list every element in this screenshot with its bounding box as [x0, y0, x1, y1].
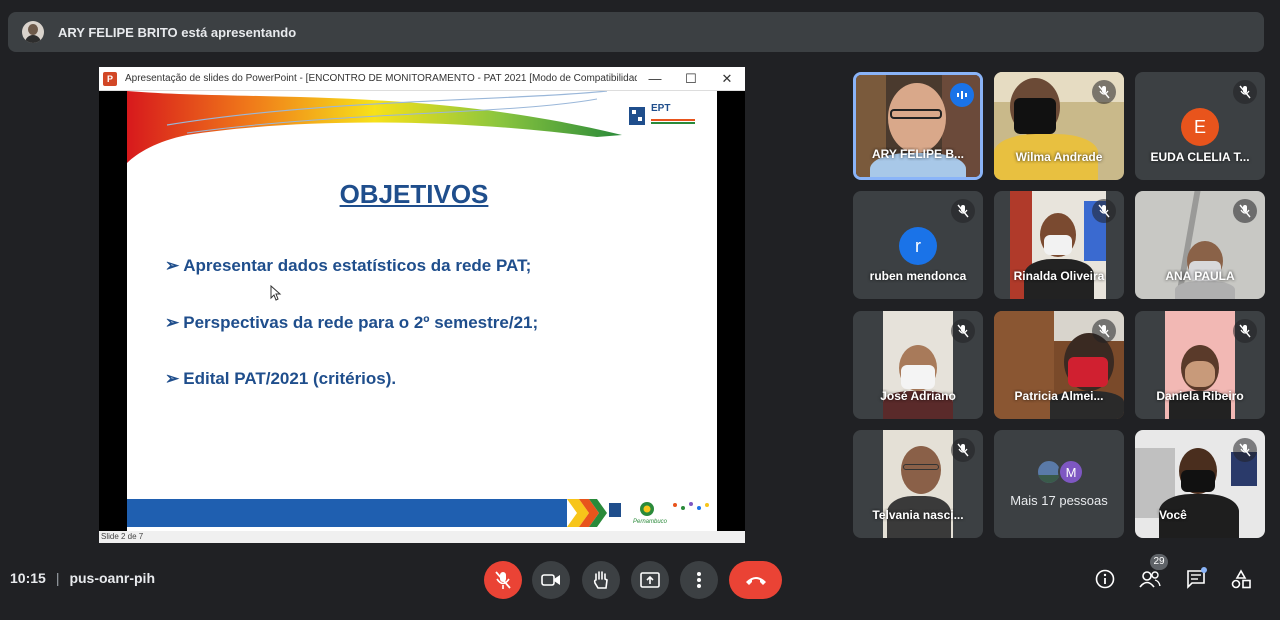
people-button[interactable] — [1138, 567, 1162, 591]
leave-call-button[interactable] — [729, 561, 782, 599]
meeting-time: 10:15 — [10, 570, 46, 586]
slide-bullet: ➢ Perspectivas da rede para o 2º semestre… — [165, 313, 539, 332]
participant-name: ARY FELIPE B... — [871, 147, 964, 161]
participant-name: ANA PAULA — [1165, 269, 1235, 283]
mic-off-icon — [1233, 319, 1257, 343]
people-icon — [1139, 571, 1161, 588]
participant-name: José Adriano — [880, 389, 956, 403]
presenting-text: ARY FELIPE BRITO está apresentando — [58, 24, 297, 40]
camera-toggle-button[interactable] — [532, 561, 570, 599]
mic-off-icon — [495, 571, 511, 589]
minimize-icon: — — [648, 71, 662, 86]
bullet-arrow-icon: ➢ — [165, 256, 180, 275]
ppt-statusbar: Slide 2 de 7 — [99, 531, 745, 543]
ept-logo-text: EPT — [651, 103, 671, 114]
info-icon — [1095, 569, 1115, 589]
more-participants-tile[interactable]: M Mais 17 pessoas — [994, 430, 1124, 538]
chat-notification-dot — [1201, 567, 1207, 573]
participant-name: Daniela Ribeiro — [1156, 389, 1244, 403]
mic-off-icon — [1233, 199, 1257, 223]
slide-area: EPT OBJETIVOS ➢ Apresentar dados estatíst… — [99, 91, 745, 531]
participant-count-badge: 29 — [1150, 554, 1168, 570]
participant-tile[interactable]: r ruben mendonca — [853, 191, 983, 299]
camera-icon — [541, 574, 560, 586]
mic-off-icon — [1092, 80, 1116, 104]
speaking-indicator-icon — [950, 83, 974, 107]
hang-up-icon — [745, 577, 766, 585]
mic-off-icon — [951, 319, 975, 343]
participant-name: EUDA CLELIA T... — [1150, 150, 1250, 164]
participant-name: Patricia Almei... — [1014, 389, 1104, 403]
bullet-arrow-icon: ➢ — [165, 313, 180, 332]
slide-counter: Slide 2 de 7 — [101, 532, 144, 541]
self-tile[interactable]: Você — [1135, 430, 1265, 538]
meet-window: ARY FELIPE BRITO está apresentando P Apr… — [0, 0, 1280, 620]
presenter-avatar — [22, 21, 44, 43]
participant-tile[interactable]: José Adriano — [853, 311, 983, 419]
participant-tile[interactable]: ARY FELIPE B... — [853, 72, 983, 180]
powerpoint-icon: P — [103, 71, 117, 86]
more-participants-label: Mais 17 pessoas — [1010, 493, 1108, 508]
present-screen-icon — [640, 572, 660, 588]
activities-icon — [1231, 569, 1251, 589]
participant-tile[interactable]: Telvania nasci... — [853, 430, 983, 538]
shared-screen: P Apresentação de slides do PowerPoint -… — [99, 67, 745, 543]
participant-name: Rinalda Oliveira — [1013, 269, 1105, 283]
participant-name: Telvania nasci... — [872, 508, 964, 522]
participant-tile[interactable]: Daniela Ribeiro — [1135, 311, 1265, 419]
ept-logo: EPT — [629, 103, 699, 129]
present-button[interactable] — [631, 561, 669, 599]
meeting-details-button[interactable] — [1093, 567, 1117, 591]
hand-icon — [593, 571, 608, 589]
meeting-info: 10:15 | pus-oanr-pih — [10, 570, 155, 586]
footer-logo-text: Pernambuco — [633, 519, 668, 525]
participant-avatar: r — [899, 227, 937, 265]
participant-tile[interactable]: Patricia Almei... — [994, 311, 1124, 419]
slide: EPT OBJETIVOS ➢ Apresentar dados estatíst… — [127, 91, 717, 531]
bullet-arrow-icon: ➢ — [165, 369, 180, 388]
participant-tile[interactable]: E EUDA CLELIA T... — [1135, 72, 1265, 180]
more-options-button[interactable] — [680, 561, 718, 599]
mic-off-icon — [951, 438, 975, 462]
more-vert-icon — [697, 572, 701, 588]
mic-off-icon — [951, 199, 975, 223]
slide-heading: OBJETIVOS — [339, 179, 489, 209]
activities-button[interactable] — [1229, 567, 1253, 591]
mic-off-icon — [1092, 199, 1116, 223]
participant-avatar: M — [1058, 459, 1084, 485]
participant-name: Você — [1159, 508, 1187, 522]
participant-tile[interactable]: Wilma Andrade — [994, 72, 1124, 180]
powerpoint-titlebar: P Apresentação de slides do PowerPoint -… — [99, 67, 745, 91]
slide-footer-banner — [127, 499, 709, 527]
raise-hand-button[interactable] — [582, 561, 620, 599]
presenting-banner: ARY FELIPE BRITO está apresentando — [8, 12, 1264, 52]
mic-off-icon — [1233, 438, 1257, 462]
maximize-icon: ☐ — [685, 70, 697, 86]
participant-name: ruben mendonca — [869, 269, 967, 283]
participant-tile[interactable]: ANA PAULA — [1135, 191, 1265, 299]
close-icon: ✕ — [721, 70, 733, 86]
participant-tile[interactable]: Rinalda Oliveira — [994, 191, 1124, 299]
slide-bullet: ➢ Edital PAT/2021 (critérios). — [165, 369, 397, 388]
participant-name: Wilma Andrade — [1015, 150, 1103, 164]
window-title: Apresentação de slides do PowerPoint - [… — [125, 73, 637, 84]
mic-toggle-button[interactable] — [484, 561, 522, 599]
info-divider: | — [55, 570, 60, 586]
meeting-code: pus-oanr-pih — [69, 570, 155, 586]
slide-bullet: ➢ Apresentar dados estatísticos da rede P… — [165, 256, 532, 275]
mic-off-icon — [1233, 80, 1257, 104]
mic-off-icon — [1092, 319, 1116, 343]
control-bar: 10:15 | pus-oanr-pih 29 — [0, 552, 1280, 608]
participant-avatar: E — [1181, 108, 1219, 146]
mouse-cursor-icon — [270, 285, 282, 301]
